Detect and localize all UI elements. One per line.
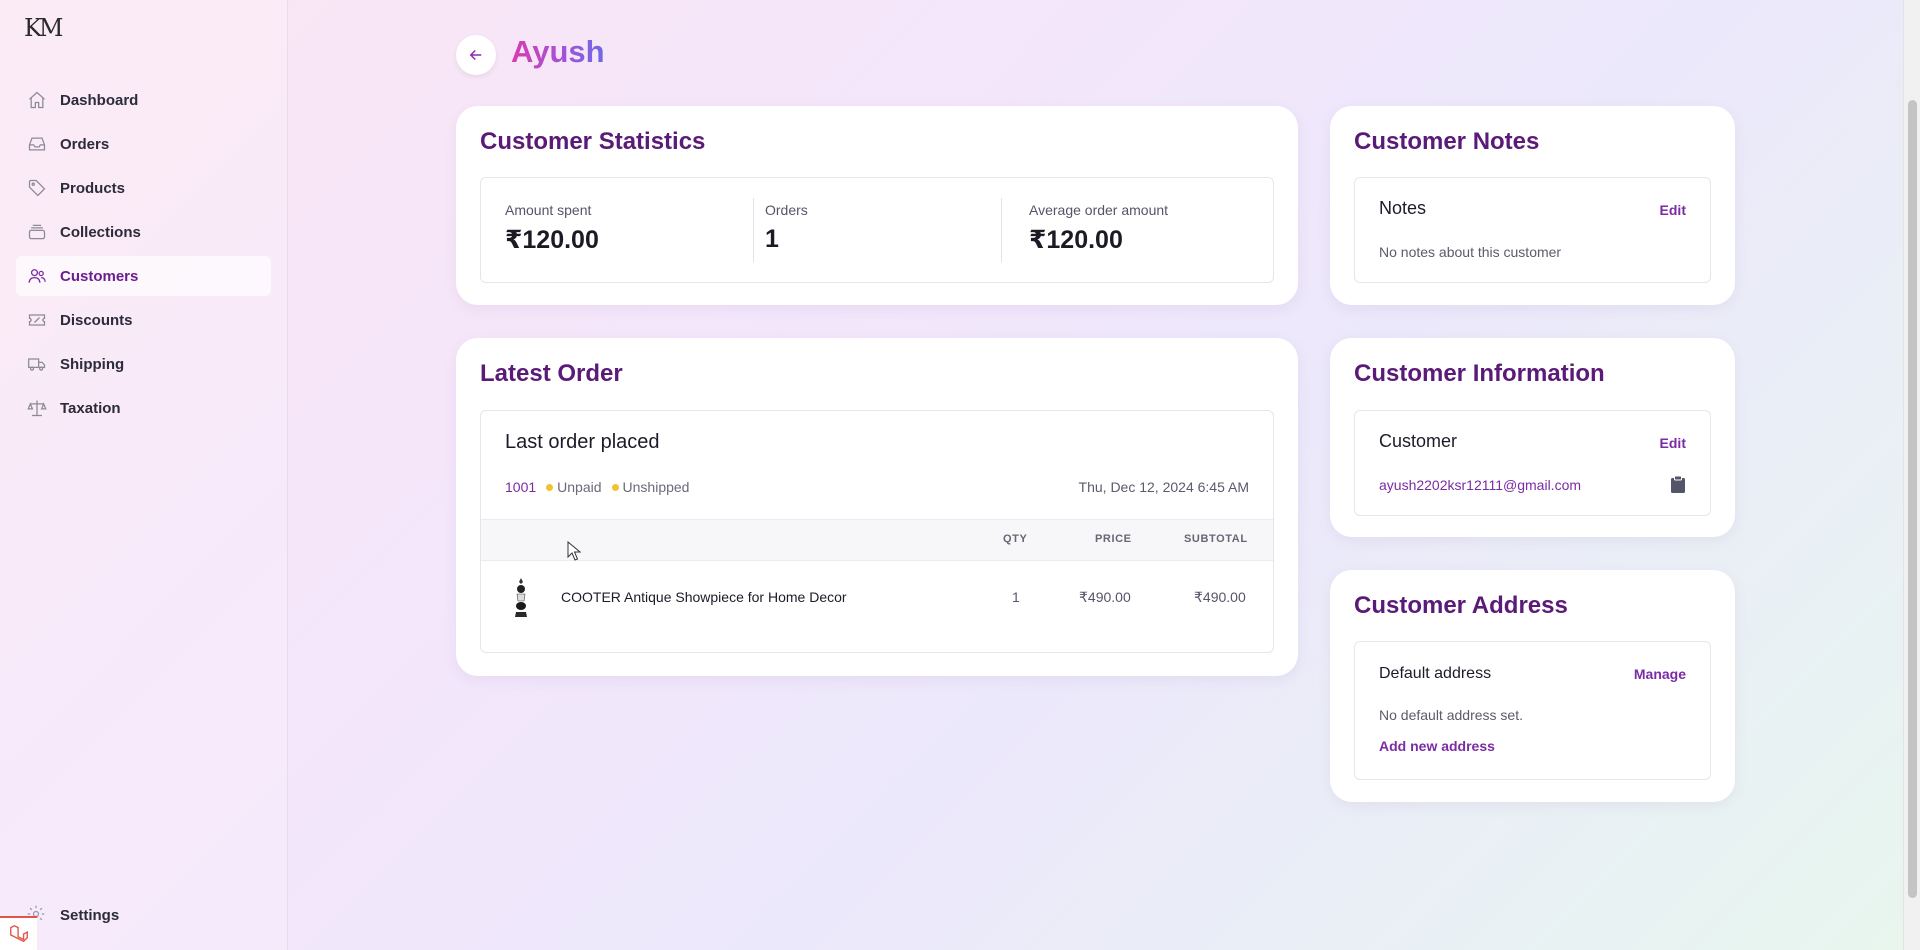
stat-amount-spent: Amount spent ₹120.00 — [481, 178, 753, 282]
stat-average-order: Average order amount ₹120.00 — [977, 178, 1275, 282]
logo[interactable]: KM — [24, 14, 64, 46]
notes-box-title: Notes — [1379, 198, 1427, 218]
sidebar-item-dashboard[interactable]: Dashboard — [16, 80, 271, 120]
manage-address-link[interactable]: Manage — [1634, 666, 1686, 682]
sidebar-item-label: Settings — [60, 906, 120, 924]
latest-order-card: Latest Order Last order placed 1001 Unpa… — [456, 338, 1298, 676]
inbox-icon — [26, 133, 48, 155]
stat-label: Orders — [765, 202, 808, 218]
sidebar-item-label: Collections — [60, 223, 141, 241]
customer-information-card: Customer Information Customer Edit ayush… — [1330, 338, 1735, 537]
arrow-left-icon — [469, 49, 482, 61]
users-icon — [26, 265, 48, 287]
home-icon — [26, 89, 48, 111]
payment-status-badge: Unpaid — [546, 479, 602, 495]
card-title: Latest Order — [480, 360, 623, 387]
sidebar-nav: Dashboard Orders Products Collections Cu… — [16, 80, 271, 432]
stat-value: ₹120.00 — [505, 226, 599, 254]
order-box-title: Last order placed — [505, 431, 660, 453]
product-thumbnail — [515, 578, 527, 617]
collection-icon — [26, 221, 48, 243]
customer-address-card: Customer Address Default address Manage … — [1330, 570, 1735, 802]
sidebar-item-label: Shipping — [60, 355, 125, 373]
order-date: Thu, Dec 12, 2024 6:45 AM — [1078, 479, 1249, 495]
column-header-price: PRICE — [1095, 533, 1132, 545]
column-header-qty: QTY — [1003, 533, 1028, 545]
ticket-icon — [26, 309, 48, 331]
customer-email-link[interactable]: ayush2202ksr12111@gmail.com — [1379, 477, 1581, 493]
address-empty-text: No default address set. — [1379, 707, 1523, 723]
add-address-link[interactable]: Add new address — [1379, 738, 1495, 754]
sidebar-item-orders[interactable]: Orders — [16, 124, 271, 164]
info-box: Customer Edit ayush2202ksr12111@gmail.co… — [1354, 410, 1711, 516]
notes-empty-text: No notes about this customer — [1379, 244, 1562, 260]
table-row[interactable]: COOTER Antique Showpiece for Home Decor … — [481, 561, 1273, 633]
customer-notes-card: Customer Notes Notes Edit No notes about… — [1330, 106, 1735, 305]
stat-value: 1 — [765, 225, 779, 253]
card-title: Customer Statistics — [480, 128, 706, 155]
stat-orders: Orders 1 — [723, 178, 973, 282]
page-title: Ayush — [511, 34, 605, 69]
sidebar-item-label: Dashboard — [60, 91, 139, 109]
debugbar-toggle[interactable] — [0, 916, 38, 950]
column-header-subtotal: SUBTOTAL — [1184, 533, 1248, 545]
truck-icon — [26, 353, 48, 375]
card-title: Customer Notes — [1354, 128, 1540, 155]
sidebar-item-settings[interactable]: Settings — [26, 904, 119, 926]
order-box: Last order placed 1001 Unpaid Unshipped … — [480, 410, 1274, 653]
sidebar-item-label: Orders — [60, 135, 110, 153]
item-qty: 1 — [1012, 589, 1020, 605]
vertical-scrollbar[interactable] — [1903, 0, 1920, 950]
address-box: Default address Manage No default addres… — [1354, 641, 1711, 780]
shipping-status-badge: Unshipped — [611, 479, 690, 495]
stat-value: ₹120.00 — [1029, 226, 1123, 254]
status-dot — [611, 483, 619, 491]
stats-box: Amount spent ₹120.00 Orders 1 Average or… — [480, 177, 1274, 283]
sidebar-item-label: Customers — [60, 267, 139, 285]
back-button[interactable] — [456, 35, 496, 75]
scrollbar-thumb[interactable] — [1908, 100, 1917, 898]
card-title: Customer Information — [1354, 360, 1605, 387]
customer-statistics-card: Customer Statistics Amount spent ₹120.00… — [456, 106, 1298, 305]
stat-label: Average order amount — [1029, 202, 1169, 218]
sidebar: KM Dashboard Orders Products Collections — [0, 0, 288, 950]
laravel-icon — [9, 924, 28, 943]
shipping-status-text: Unshipped — [622, 479, 690, 495]
sidebar-item-customers[interactable]: Customers — [16, 256, 271, 296]
address-box-title: Default address — [1379, 665, 1492, 682]
clipboard-icon[interactable] — [1670, 475, 1686, 493]
sidebar-item-label: Taxation — [60, 399, 121, 417]
sidebar-item-collections[interactable]: Collections — [16, 212, 271, 252]
sidebar-item-label: Discounts — [60, 311, 133, 329]
notes-box: Notes Edit No notes about this customer — [1354, 177, 1711, 283]
sidebar-item-taxation[interactable]: Taxation — [16, 388, 271, 428]
payment-status-text: Unpaid — [557, 479, 602, 495]
sidebar-item-shipping[interactable]: Shipping — [16, 344, 271, 384]
sidebar-item-label: Products — [60, 179, 126, 197]
order-meta: 1001 Unpaid Unshipped — [505, 479, 699, 495]
order-table-header: QTY PRICE SUBTOTAL — [481, 519, 1273, 561]
stat-label: Amount spent — [505, 202, 592, 218]
mouse-cursor-icon — [567, 541, 581, 561]
status-dot — [546, 483, 554, 491]
edit-info-link[interactable]: Edit — [1660, 435, 1686, 451]
product-name[interactable]: COOTER Antique Showpiece for Home Decor — [561, 589, 847, 605]
order-number-link[interactable]: 1001 — [505, 479, 536, 495]
sidebar-item-discounts[interactable]: Discounts — [16, 300, 271, 340]
item-price: ₹490.00 — [1079, 589, 1131, 605]
scale-icon — [26, 397, 48, 419]
sidebar-item-products[interactable]: Products — [16, 168, 271, 208]
item-subtotal: ₹490.00 — [1194, 589, 1246, 605]
tag-icon — [26, 177, 48, 199]
info-box-title: Customer — [1379, 431, 1458, 451]
card-title: Customer Address — [1354, 592, 1568, 619]
edit-notes-link[interactable]: Edit — [1660, 202, 1686, 218]
